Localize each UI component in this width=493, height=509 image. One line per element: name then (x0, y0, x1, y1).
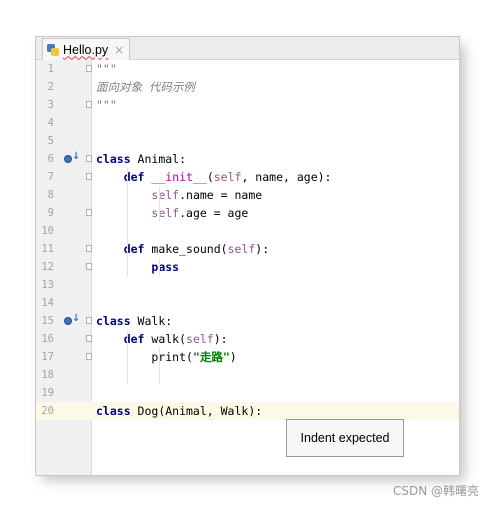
code-text: self.age = age (151, 206, 249, 220)
indent-guide (127, 330, 128, 384)
editor-window: Hello.py × 20 class Dog(Animal, Walk): 19 1… (35, 36, 460, 476)
code-line[interactable]: 18 (36, 366, 459, 384)
subclassed-marker-icon[interactable]: ↓ (64, 151, 80, 165)
line-number: 9 (47, 207, 54, 219)
code-text: class Dog(Animal, Walk): (96, 404, 263, 418)
tab-hello-py[interactable]: Hello.py × (42, 38, 130, 60)
code-line[interactable]: 5 (36, 132, 459, 150)
fold-icon[interactable] (86, 353, 92, 360)
line-number: 16 (41, 333, 54, 345)
fold-icon[interactable] (86, 335, 92, 342)
line-number: 5 (47, 135, 54, 147)
line-number: 8 (47, 189, 54, 201)
code-text: pass (151, 260, 180, 274)
line-number: 1 (47, 63, 54, 75)
fold-icon[interactable] (86, 173, 92, 180)
error-tooltip: Indent expected (286, 419, 404, 457)
code-line[interactable]: 6 ↓ class Animal: (36, 150, 459, 168)
tab-label[interactable]: Hello.py (63, 43, 108, 57)
code-line[interactable]: 19 (36, 384, 459, 402)
close-icon[interactable]: × (114, 43, 124, 57)
line-number: 20 (41, 405, 54, 417)
fold-icon[interactable] (86, 263, 92, 270)
code-text: def walk(self): (123, 332, 228, 346)
line-number: 3 (47, 99, 54, 111)
code-text: class Walk: (96, 314, 173, 328)
tab-bar: Hello.py × (36, 37, 459, 60)
indent-guide (159, 348, 160, 384)
code-line[interactable]: 4 (36, 114, 459, 132)
code-text: class Animal: (96, 152, 187, 166)
fold-icon[interactable] (86, 155, 92, 162)
code-line[interactable]: 20 class Dog(Animal, Walk): (36, 402, 459, 420)
fold-icon[interactable] (86, 317, 92, 324)
code-text: print("走路") (96, 350, 237, 364)
tooltip-text: Indent expected (300, 431, 390, 445)
fold-icon[interactable] (86, 65, 92, 72)
fold-icon[interactable] (86, 209, 92, 216)
line-number: 14 (41, 297, 54, 309)
line-number: 6 (47, 153, 54, 165)
code-text: self.name = name (151, 188, 263, 202)
fold-icon[interactable] (86, 101, 92, 108)
line-number: 18 (41, 369, 54, 381)
indent-guide (159, 258, 160, 276)
watermark: CSDN @韩曙亮 (392, 484, 479, 498)
code-line[interactable]: 14 (36, 294, 459, 312)
line-number: 15 (41, 315, 54, 327)
code-line[interactable]: 3 """ (36, 96, 459, 114)
code-editor[interactable]: 20 class Dog(Animal, Walk): 19 18 17 print("… (36, 60, 459, 475)
line-number: 2 (47, 81, 54, 93)
line-number: 19 (41, 387, 54, 399)
indent-guide (159, 186, 160, 222)
line-number: 4 (47, 117, 54, 129)
code-text: """ (96, 62, 117, 76)
code-text: """ (96, 98, 117, 112)
code-line[interactable]: 15 ↓ class Walk: (36, 312, 459, 330)
line-number: 13 (41, 279, 54, 291)
code-line[interactable]: 8 self.name = name (36, 186, 459, 204)
code-line[interactable]: 11 def make_sound(self): (36, 240, 459, 258)
python-file-icon (47, 43, 59, 56)
code-text: 面向对象 代码示例 (96, 80, 195, 94)
code-text: def __init__(self, name, age): (123, 170, 332, 184)
code-line[interactable]: 7 def __init__(self, name, age): (36, 168, 459, 186)
code-line[interactable]: 10 (36, 222, 459, 240)
code-line[interactable]: 16 def walk(self): (36, 330, 459, 348)
code-line[interactable]: 1 """ (36, 60, 459, 78)
fold-icon[interactable] (86, 245, 92, 252)
line-number: 7 (47, 171, 54, 183)
code-line[interactable]: 12 pass (36, 258, 459, 276)
line-number: 10 (41, 225, 54, 237)
code-line[interactable]: 17 print("走路") (36, 348, 459, 366)
line-number: 11 (41, 243, 54, 255)
code-text: def make_sound(self): (123, 242, 270, 256)
subclassed-marker-icon[interactable]: ↓ (64, 313, 80, 327)
line-number: 12 (41, 261, 54, 273)
code-line[interactable]: 13 (36, 276, 459, 294)
code-line[interactable]: 2 面向对象 代码示例 (36, 78, 459, 96)
indent-guide (127, 168, 128, 276)
code-line[interactable]: 9 self.age = age (36, 204, 459, 222)
line-number: 17 (41, 351, 54, 363)
